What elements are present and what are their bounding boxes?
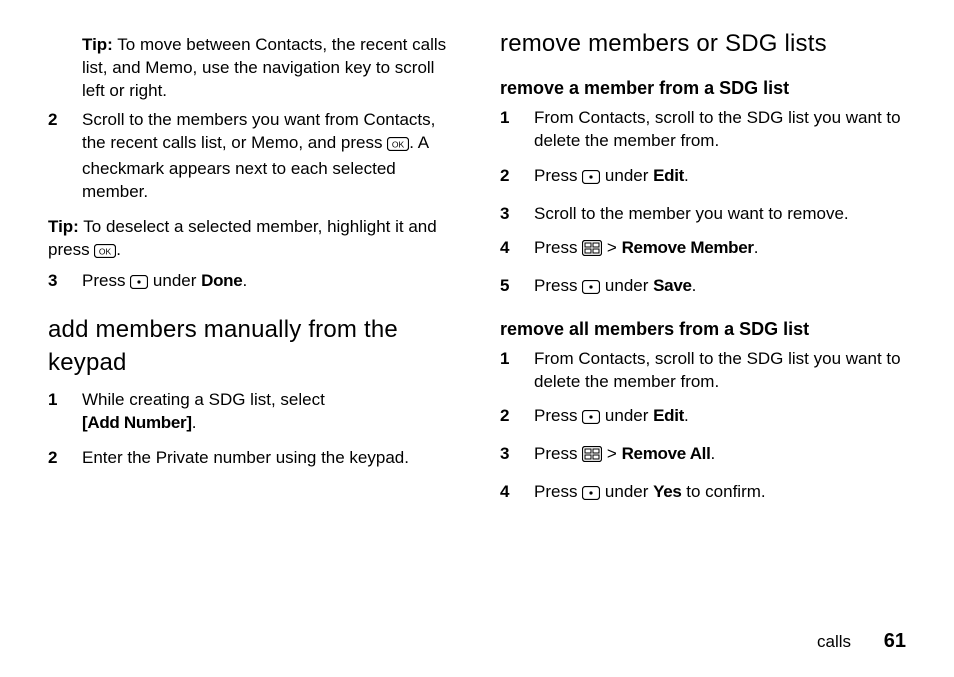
step-2: 2 Press under Edit. xyxy=(500,165,906,191)
step-number: 5 xyxy=(500,275,534,298)
softkey-icon xyxy=(582,484,600,507)
step-body: Scroll to the member you want to remove. xyxy=(534,203,906,226)
page-footer: calls 61 xyxy=(817,628,906,655)
menu-key-icon xyxy=(582,240,602,263)
yes-label: Yes xyxy=(653,482,681,501)
step-number: 3 xyxy=(48,270,82,293)
heading-remove: remove members or SDG lists xyxy=(500,28,906,60)
step-2: 2 Scroll to the members you want from Co… xyxy=(48,109,454,204)
step-body: From Contacts, scroll to the SDG list yo… xyxy=(534,348,906,394)
steps-remove-all: 1 From Contacts, scroll to the SDG list … xyxy=(500,348,906,508)
softkey-icon xyxy=(582,168,600,191)
heading-remove-member: remove a member from a SDG list xyxy=(500,76,906,100)
tip-deselect: Tip: To deselect a selected member, high… xyxy=(48,216,454,265)
edit-label: Edit xyxy=(653,166,684,185)
step-body: Enter the Private number using the keypa… xyxy=(82,447,454,470)
heading-add-manually: add members manually from the keypad xyxy=(48,314,454,379)
save-label: Save xyxy=(653,276,692,295)
step-body: Press > Remove All. xyxy=(534,443,906,469)
step-3: 3 Press under Done. xyxy=(48,270,454,296)
steps-remove-member: 1 From Contacts, scroll to the SDG list … xyxy=(500,107,906,302)
step-2: 2 Enter the Private number using the key… xyxy=(48,447,454,470)
steps-done: 3 Press under Done. xyxy=(48,270,454,296)
step-number: 1 xyxy=(48,389,82,412)
step-number: 1 xyxy=(500,348,534,371)
step-number: 4 xyxy=(500,481,534,504)
right-column: remove members or SDG lists remove a mem… xyxy=(500,28,906,653)
steps-continue: 2 Scroll to the members you want from Co… xyxy=(48,109,454,204)
svg-text:OK: OK xyxy=(99,246,112,256)
menu-key-icon xyxy=(582,446,602,469)
step-2: 2 Press under Edit. xyxy=(500,405,906,431)
step-number: 3 xyxy=(500,203,534,226)
left-column: Tip: To move between Contacts, the recen… xyxy=(48,28,454,653)
step-number: 2 xyxy=(500,405,534,428)
ok-key-icon: OK xyxy=(387,135,409,158)
step-5: 5 Press under Save. xyxy=(500,275,906,301)
step-4: 4 Press > Remove Member. xyxy=(500,237,906,263)
remove-all-label: Remove All xyxy=(622,444,711,463)
step-body: Scroll to the members you want from Cont… xyxy=(82,109,454,204)
step-number: 2 xyxy=(500,165,534,188)
edit-label: Edit xyxy=(653,406,684,425)
ok-key-icon: OK xyxy=(94,242,116,265)
tip-label: Tip: xyxy=(48,217,79,236)
softkey-icon xyxy=(130,273,148,296)
step-number: 2 xyxy=(48,447,82,470)
footer-section: calls xyxy=(817,632,851,651)
columns: Tip: To move between Contacts, the recen… xyxy=(48,28,906,653)
step-body: While creating a SDG list, select [Add N… xyxy=(82,389,454,435)
add-number-label: [Add Number] xyxy=(82,413,192,432)
step-1: 1 From Contacts, scroll to the SDG list … xyxy=(500,107,906,153)
remove-member-label: Remove Member xyxy=(622,238,754,257)
step-number: 3 xyxy=(500,443,534,466)
softkey-icon xyxy=(582,278,600,301)
softkey-icon xyxy=(582,408,600,431)
step-1: 1 From Contacts, scroll to the SDG list … xyxy=(500,348,906,394)
step-number: 1 xyxy=(500,107,534,130)
tip-move-contacts: Tip: To move between Contacts, the recen… xyxy=(48,34,454,103)
page-number: 61 xyxy=(884,630,906,652)
manual-page: Tip: To move between Contacts, the recen… xyxy=(0,0,954,677)
tip-label: Tip: xyxy=(82,35,113,54)
step-1: 1 While creating a SDG list, select [Add… xyxy=(48,389,454,435)
step-body: Press under Edit. xyxy=(534,165,906,191)
step-body: Press under Yes to confirm. xyxy=(534,481,906,507)
done-label: Done xyxy=(201,271,242,290)
heading-remove-all: remove all members from a SDG list xyxy=(500,317,906,341)
step-number: 4 xyxy=(500,237,534,260)
step-number: 2 xyxy=(48,109,82,132)
step-body: Press under Save. xyxy=(534,275,906,301)
tip-text: To move between Contacts, the recent cal… xyxy=(82,35,446,100)
steps-add-manual: 1 While creating a SDG list, select [Add… xyxy=(48,389,454,470)
tip-text-b: . xyxy=(116,240,121,259)
step-body: Press > Remove Member. xyxy=(534,237,906,263)
step-3: 3 Scroll to the member you want to remov… xyxy=(500,203,906,226)
step-body: Press under Done. xyxy=(82,270,454,296)
step-4: 4 Press under Yes to confirm. xyxy=(500,481,906,507)
step-body: From Contacts, scroll to the SDG list yo… xyxy=(534,107,906,153)
svg-text:OK: OK xyxy=(392,139,405,149)
step-body: Press under Edit. xyxy=(534,405,906,431)
step-3: 3 Press > Remove All. xyxy=(500,443,906,469)
